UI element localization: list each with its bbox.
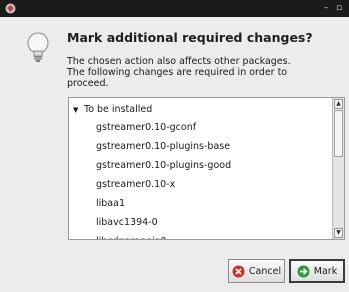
vertical-scrollbar[interactable]: ▲ ▼ xyxy=(332,98,344,239)
group-label: To be installed xyxy=(84,104,153,115)
mark-arrow-icon xyxy=(297,265,310,277)
cancel-button-label: Cancel xyxy=(248,265,282,277)
list-item[interactable]: gstreamer0.10-x xyxy=(96,175,175,194)
expand-triangle-icon[interactable]: ▼ xyxy=(73,101,81,120)
list-item[interactable]: gstreamer0.10-gconf xyxy=(96,118,196,137)
list-item[interactable]: libavc1394-0 xyxy=(96,213,158,232)
mark-button[interactable]: Mark xyxy=(289,259,345,283)
minimize-button[interactable]: – xyxy=(320,2,332,14)
list-item[interactable]: libcdparanoia0 xyxy=(96,232,166,239)
dialog-heading: Mark additional required changes? xyxy=(67,30,313,45)
maximize-button[interactable]: ▫ xyxy=(333,2,345,14)
description-line: The chosen action also affects other pac… xyxy=(67,56,291,67)
scrollbar-thumb[interactable] xyxy=(334,110,343,157)
list-item[interactable]: gstreamer0.10-plugins-base xyxy=(96,137,230,156)
list-item[interactable]: libaa1 xyxy=(96,194,125,213)
lightbulb-icon xyxy=(27,32,49,62)
list-item[interactable]: gstreamer0.10-plugins-good xyxy=(96,156,231,175)
mark-button-label: Mark xyxy=(313,265,338,277)
app-logo-icon[interactable] xyxy=(4,2,17,15)
dialog-window: – ▫ Mark additional required changes? Th… xyxy=(0,0,349,292)
cancel-button[interactable]: Cancel xyxy=(228,259,285,283)
description-line: proceed. xyxy=(67,78,109,89)
scroll-up-arrow-icon[interactable]: ▲ xyxy=(334,99,343,109)
tree-group-to-be-installed[interactable]: ▼ To be installed xyxy=(73,100,152,119)
scroll-down-arrow-icon[interactable]: ▼ xyxy=(334,228,343,238)
dialog-description: The chosen action also affects other pac… xyxy=(67,56,337,89)
changes-tree-view[interactable]: ▼ To be installed gstreamer0.10-gconf gst… xyxy=(68,97,345,240)
cancel-x-icon xyxy=(232,265,245,277)
title-bar[interactable]: – ▫ xyxy=(0,0,349,17)
description-line: The following changes are required in or… xyxy=(67,67,288,78)
